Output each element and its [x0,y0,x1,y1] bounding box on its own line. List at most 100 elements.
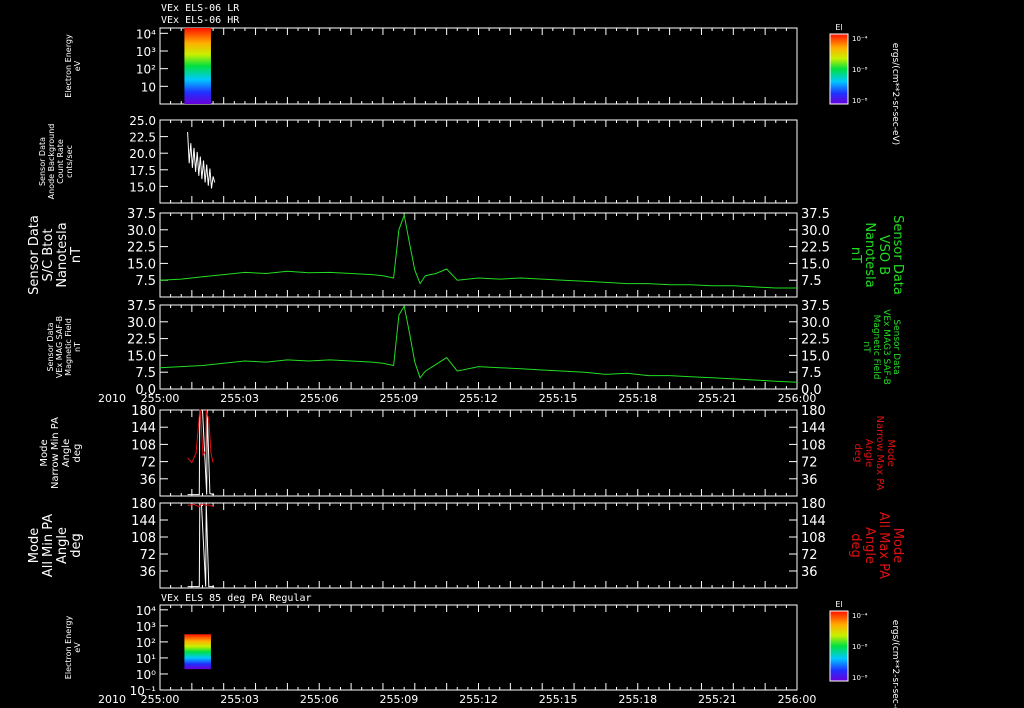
spectrogram_85deg-colorbar [829,610,849,682]
spectrogram_85deg-ytick-label-1: 10⁰ [136,668,156,682]
all_pa-left-label-0: Mode [27,528,42,563]
all_pa-ytick-label-1: 72 [139,548,156,563]
xaxis-tick-label-0-8: 256:00 [778,392,817,405]
all_pa-left-label-3: deg [69,533,84,558]
sc_btot-ytick-rlabel-1: 15.0 [801,257,830,272]
narrow_pa-ytick-label-3: 144 [131,421,156,436]
narrow_pa-left-label-0: Mode [39,439,50,466]
xaxis-tick-label-0-0: 255:00 [141,392,180,405]
spectrogram_85deg-left-label-0: Electron Energy [64,616,73,680]
mag3_safb-ytick-label-3: 22.5 [127,333,156,348]
xaxis-tick-label-0-1: 255:03 [220,392,259,405]
spectrogram_lr_hr-ytick-label-3: 10⁴ [136,27,156,41]
mag3_safb-left-label-0: Sensor Data [46,322,55,371]
all_pa-ytick-rlabel-4: 180 [801,497,826,512]
anode_background-ytick-label-3: 22.5 [129,131,156,145]
all_pa-left-label-2: Angle [55,527,70,564]
narrow_pa-right-label-1: Narrow Max PA [874,416,885,491]
spectrogram_lr_hr-spectrum [184,28,211,104]
mag3_safb-ytick-label-4: 30.0 [127,316,156,331]
all_pa-ytick-label-0: 36 [139,565,156,580]
all_pa-right-label-2: Angle [862,527,877,564]
sc_btot-ytick-rlabel-0: 7.5 [801,274,822,289]
mag3_safb-ytick-rlabel-5: 37.5 [801,299,830,314]
anode_background-left-label-2: Count Rate [56,139,65,184]
spectrogram_lr_hr-ytick-label-0: 10 [141,80,156,94]
narrow_pa-ytick-label-0: 36 [139,473,156,488]
all_pa-right-label-1: All Max PA [876,512,891,579]
all_pa-ytick-rlabel-1: 72 [801,548,818,563]
anode_background-ytick-label-2: 20.0 [129,147,156,161]
xaxis-tick-label-1-2: 255:06 [300,693,339,706]
sc_btot-ytick-label-4: 37.5 [127,207,156,222]
narrow_pa-left-label-1: Narrow Min PA [50,417,61,489]
narrow_pa-ytick-label-1: 72 [139,456,156,471]
anode_background-left-label-0: Sensor Data [38,137,47,186]
mag3_safb-frame [159,304,798,390]
spectrogram_lr_hr-colorbar-tick-2: 10⁻⁸ [852,97,868,105]
all_pa-ytick-label-2: 108 [131,531,156,546]
mag3_safb-left-label-3: nT [73,342,82,352]
spectrogram_lr_hr-colorbar-tick-1: 10⁻⁸ [852,66,868,74]
mag3_safb-ytick-label-5: 37.5 [127,299,156,314]
anode_background-ytick-label-0: 15.0 [129,180,156,194]
all_pa-series-0-line [187,502,215,588]
xaxis-tick-label-1-7: 255:21 [698,693,737,706]
spectrogram_lr_hr-colorbar-tick-0: 10⁻⁴ [852,35,868,43]
sc_btot-ytick-label-1: 15.0 [127,257,156,272]
xaxis-tick-label-0-5: 255:15 [539,392,578,405]
narrow_pa-left-label-2: Angle [61,439,72,467]
xaxis-tick-label-0-4: 255:12 [459,392,498,405]
spectrogram_lr_hr-left-label-0: Electron Energy [64,34,73,98]
anode_background-left-label-1: Anode Background [47,124,56,200]
narrow_pa-ytick-label-2: 108 [131,438,156,453]
narrow_pa-left-label-3: deg [72,444,83,463]
mag3_safb-right-label-1: VEx MAG3 SAF-B [881,309,891,385]
spectrogram_85deg-colorbar-tick-0: 10⁻⁴ [852,612,868,620]
mag3_safb-right-label-3: nT [861,341,871,353]
sc_btot-right-label-2: Nanotesla [862,222,877,287]
spectrogram_lr_hr-colorbar-unit: ergs/(cm**2-sr-sec-eV) [890,43,900,145]
sc_btot-ytick-rlabel-2: 22.5 [801,241,830,256]
mag3_safb-ytick-rlabel-2: 15.0 [801,349,830,364]
spectrogram_lr_hr-colorbar [829,33,849,105]
all_pa-left-label-1: All Min PA [41,514,56,577]
narrow_pa-ytick-rlabel-0: 36 [801,473,818,488]
spectrogram_lr_hr-ytick-label-2: 10³ [136,45,156,59]
spectrogram_85deg-frame [159,604,798,691]
sc_btot-ytick-label-3: 30.0 [127,224,156,239]
spectrogram_85deg-colorbar-tick-2: 10⁻⁸ [852,674,868,682]
mag3_safb-ytick-label-1: 7.5 [135,366,156,381]
xaxis-tick-label-0-3: 255:09 [380,392,419,405]
all_pa-frame [159,502,798,589]
xaxis-tick-label-1-5: 255:15 [539,693,578,706]
all_pa-right-label-3: deg [848,533,863,558]
sc_btot-right-label-1: VSO B [876,235,891,275]
sc_btot-ytick-rlabel-4: 37.5 [801,207,830,222]
sc_btot-right-label-3: nT [848,247,863,263]
xaxis-tick-label-1-1: 255:03 [220,693,259,706]
spectrogram_85deg-colorbar-title: El [835,600,842,609]
all_pa-right-label-0: Mode [890,528,905,563]
sc_btot-frame [159,212,798,298]
narrow_pa-ytick-rlabel-3: 144 [801,421,826,436]
all_pa-ytick-rlabel-3: 144 [801,514,826,529]
all_pa-ytick-rlabel-2: 108 [801,531,826,546]
anode_background-series-0-line [187,131,216,189]
spectrogram_85deg-ytick-label-4: 10³ [136,620,156,634]
sc_btot-series-0-line [159,213,797,289]
sc_btot-left-label-0: Sensor Data [27,215,42,295]
narrow_pa-right-label-0: Mode [885,439,896,466]
mag3_safb-series-0-line [159,304,798,383]
xaxis-tick-label-1-4: 255:12 [459,693,498,706]
spectrogram_85deg-colorbar-unit: ergs/(cm**2-sr-sec-eV) [890,620,900,708]
narrow_pa-ytick-rlabel-4: 180 [801,404,826,419]
anode_background-left-label-3: cnts/sec [65,145,74,178]
spectrogram_85deg-spectrum [184,634,211,670]
all_pa-ytick-label-4: 180 [131,497,156,512]
xaxis-tick-label-1-6: 255:18 [618,693,657,706]
spectrogram_85deg-ytick-label-5: 10⁴ [136,604,156,618]
plot-canvas: 1010²10³10⁴Electron Energy eVEl10⁻⁴10⁻⁸10… [27,23,905,708]
all_pa-ytick-rlabel-0: 36 [801,565,818,580]
mag3_safb-right-label-0: Sensor Data [891,319,901,374]
